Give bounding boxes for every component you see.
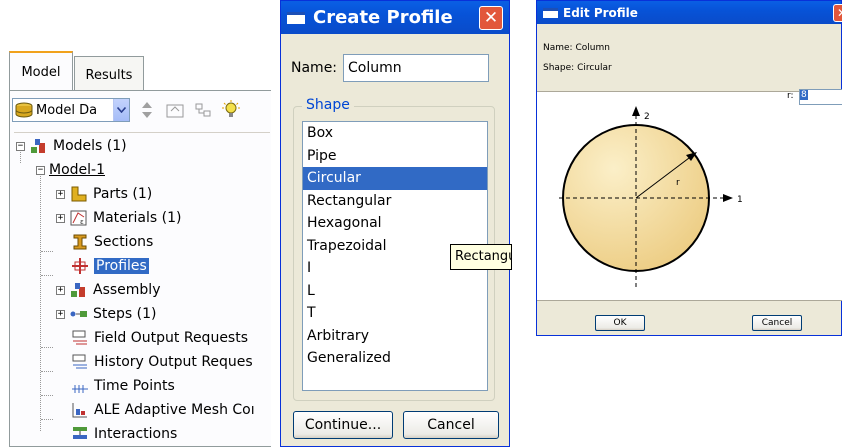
tree-node-time-points[interactable]: Time Points: [70, 375, 175, 397]
ale-mesh-icon: [72, 403, 87, 418]
collapse-icon[interactable]: −: [36, 165, 45, 175]
tree-node-materials[interactable]: + ε Materials (1): [56, 207, 181, 229]
parts-icon: [71, 186, 87, 202]
tree-node-label: Steps (1): [93, 306, 157, 322]
history-output-icon: [72, 354, 87, 369]
tree-node-parts[interactable]: + Parts (1): [56, 183, 152, 205]
window-icon: [287, 11, 305, 24]
database-icon: [15, 102, 33, 118]
shape-item-generalized[interactable]: Generalized: [303, 347, 487, 370]
tree-node-model-1[interactable]: − Model-1: [36, 159, 105, 181]
field-output-icon: [72, 330, 87, 345]
tree-node-label: Field Output Requests: [94, 330, 249, 346]
expand-icon[interactable]: +: [56, 189, 65, 199]
svg-text:ε: ε: [80, 218, 84, 226]
tree-node-label: History Output Reques: [94, 354, 253, 370]
shape-item-rectangular[interactable]: Rectangular: [303, 190, 487, 213]
name-label: Name:: [291, 60, 338, 76]
time-points-icon: [72, 385, 88, 393]
steps-icon: [70, 311, 87, 317]
tree-node-models[interactable]: − Models (1): [16, 135, 127, 157]
tree-node-label: ALE Adaptive Mesh Coı: [94, 402, 255, 418]
model-tree-panel: Model Results Model Da − Models (1) − Mo…: [0, 0, 271, 447]
dialog-title: Edit Profile: [563, 5, 638, 20]
tree-node-label: Assembly: [93, 282, 161, 298]
profile-sketch: 2 1 r: [537, 91, 842, 301]
expand-icon[interactable]: +: [56, 309, 65, 319]
tree-node-label: Parts (1): [93, 186, 153, 202]
expand-icon[interactable]: +: [56, 285, 65, 295]
axis-1-arrow: [723, 194, 733, 202]
close-icon[interactable]: ✕: [833, 4, 842, 22]
dialog-title: Create Profile: [313, 7, 453, 28]
shape-item-arbitrary[interactable]: Arbitrary: [303, 325, 487, 348]
radius-input[interactable]: 8: [799, 89, 842, 105]
shape-item-l[interactable]: L: [303, 280, 487, 303]
dialog-title-bar[interactable]: Create Profile: [281, 1, 509, 34]
name-row: Name:: [291, 54, 490, 82]
profile-name-info: Name: Column: [543, 43, 610, 53]
tree-node-label: Materials (1): [93, 210, 182, 226]
tooltip: Rectangu: [450, 244, 512, 270]
tree-node-label: Models (1): [53, 138, 127, 154]
name-input[interactable]: [343, 54, 490, 82]
shape-item-t[interactable]: T: [303, 302, 487, 325]
materials-icon: ε: [70, 210, 87, 226]
close-icon[interactable]: ✕: [479, 6, 503, 30]
tab-model[interactable]: Model: [9, 51, 73, 91]
shape-item-pipe[interactable]: Pipe: [303, 145, 487, 168]
tree-node-label: Time Points: [94, 378, 175, 394]
tree-node-label: Profiles: [94, 258, 149, 274]
interactions-icon: [73, 427, 87, 439]
continue-button[interactable]: Continue...: [293, 411, 393, 439]
shape-item-hexagonal[interactable]: Hexagonal: [303, 212, 487, 235]
ok-button[interactable]: OK: [595, 315, 645, 331]
tree-node-steps[interactable]: + Steps (1): [56, 303, 156, 325]
dialog-title-bar[interactable]: Edit Profile: [537, 1, 841, 24]
axis-2-label: 2: [644, 112, 650, 122]
tree-node-field-output[interactable]: Field Output Requests: [70, 327, 248, 349]
up-down-arrows-icon[interactable]: [136, 99, 158, 121]
tree-node-label: Sections: [94, 234, 154, 250]
model-database-combo[interactable]: Model Da: [12, 98, 130, 122]
tree-node-label: Interactions: [94, 426, 178, 442]
shape-item-box[interactable]: Box: [303, 122, 487, 145]
collapse-icon[interactable]: −: [16, 141, 25, 151]
lightbulb-icon[interactable]: [220, 99, 242, 121]
models-icon: [31, 139, 45, 153]
shape-legend: Shape: [302, 97, 354, 113]
tree-node-history-output[interactable]: History Output Reques: [70, 351, 253, 373]
expand-icon[interactable]: +: [56, 213, 65, 223]
sections-icon: [73, 234, 87, 250]
tree-node-sections[interactable]: Sections: [70, 231, 153, 253]
tree-node-label: Model-1: [49, 162, 105, 178]
window-icon: [543, 7, 558, 18]
tree-node-profiles[interactable]: Profiles: [70, 255, 149, 277]
tree-node-assembly[interactable]: + Assembly: [56, 279, 160, 301]
r-label: r:: [787, 91, 794, 101]
tree-node-ale[interactable]: ALE Adaptive Mesh Coı: [70, 399, 255, 421]
profiles-icon: [72, 258, 88, 274]
cancel-button[interactable]: Cancel: [403, 411, 499, 439]
cancel-button[interactable]: Cancel: [752, 315, 802, 331]
assembly-icon: [71, 283, 85, 297]
tree-toolbar: Model Da: [12, 96, 270, 124]
radius-label: r: [676, 178, 680, 188]
combo-value: Model Da: [36, 102, 98, 118]
create-profile-dialog: Create Profile ✕ Name: Shape Box Pipe Ci…: [280, 0, 510, 447]
axis-1-label: 1: [737, 195, 743, 205]
tree-node-interactions[interactable]: Interactions: [70, 423, 177, 445]
shape-item-circular[interactable]: Circular: [303, 167, 487, 190]
collapse-tree-icon[interactable]: [164, 99, 186, 121]
model-tree: − Models (1) − Model-1 + Parts (1) + ε M…: [14, 132, 270, 447]
expand-tree-icon[interactable]: [192, 99, 214, 121]
edit-profile-dialog: Edit Profile ✕ Name: Column Shape: Circu…: [536, 0, 842, 336]
radius-value: 8: [800, 90, 808, 100]
circular-profile-diagram: [559, 106, 733, 288]
profile-shape-info: Shape: Circular: [543, 63, 612, 73]
axis-2-arrow: [632, 106, 640, 116]
tab-results[interactable]: Results: [74, 56, 144, 93]
chevron-down-icon[interactable]: [113, 99, 129, 121]
